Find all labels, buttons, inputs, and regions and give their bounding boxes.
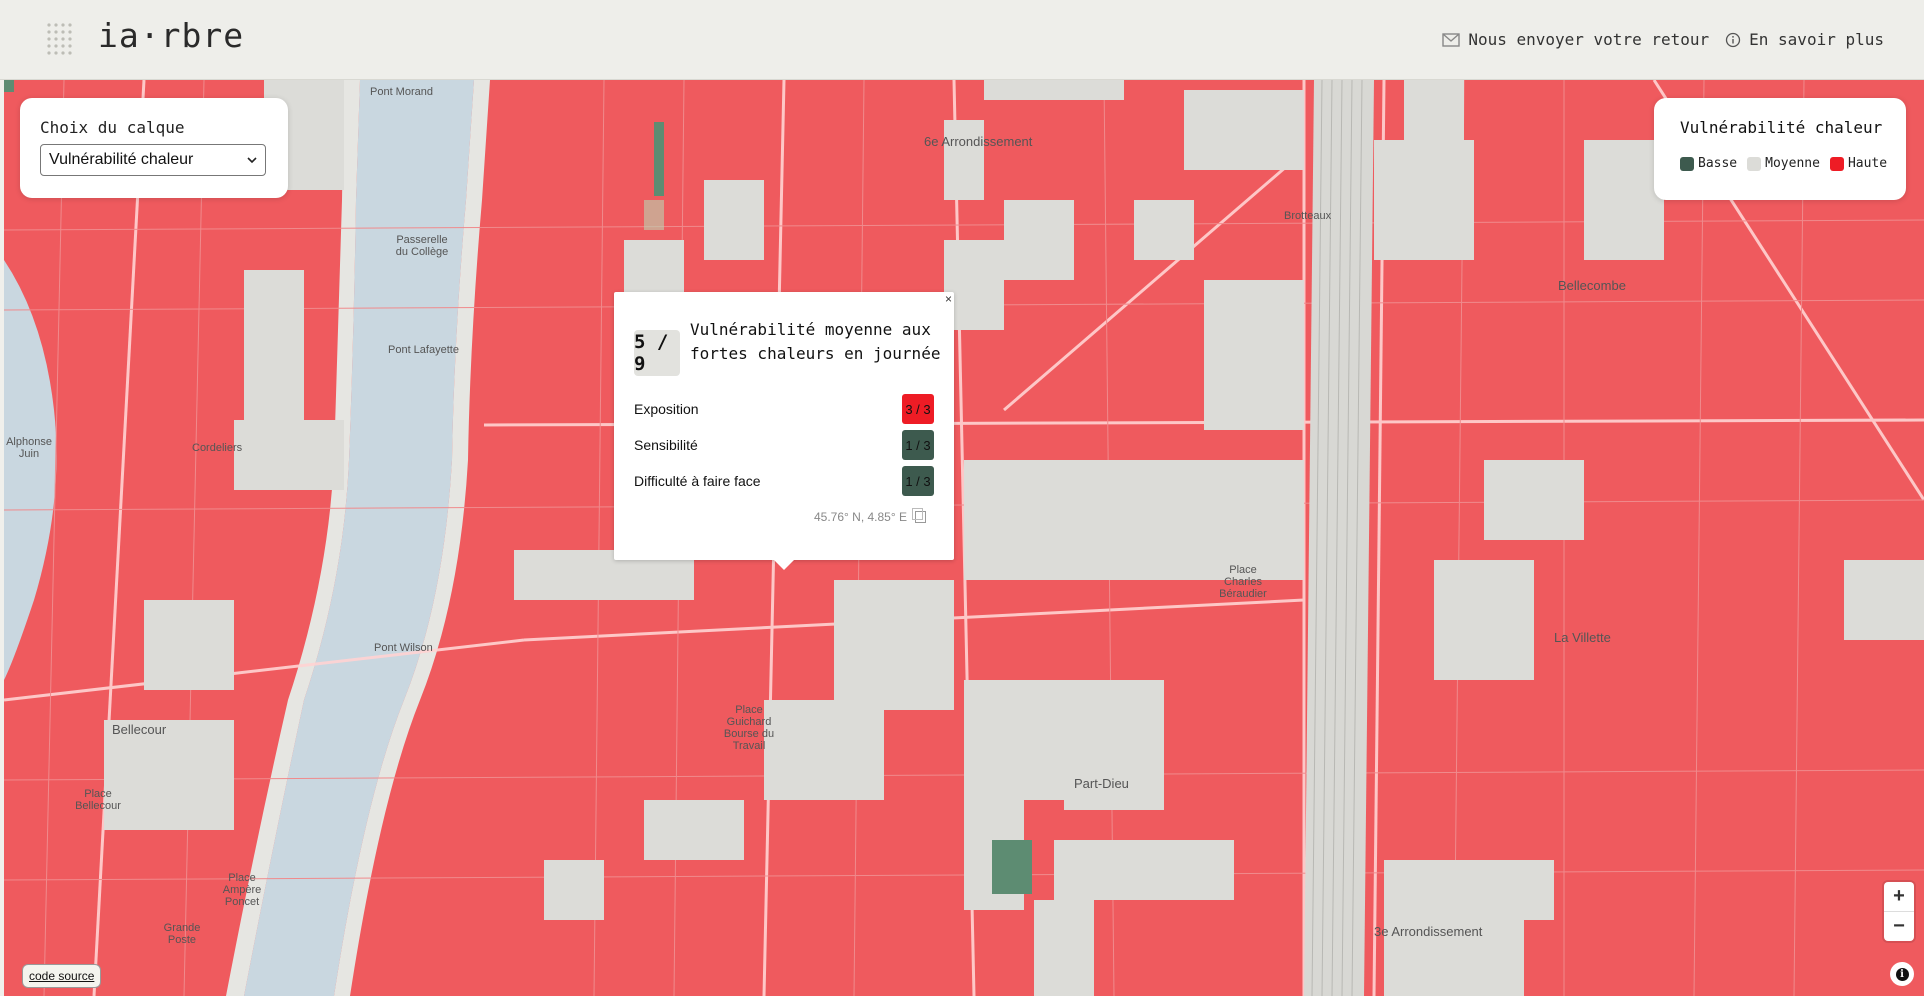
header-nav: Nous envoyer votre retour En savoir plus [1442,30,1884,49]
legend-panel: Vulnérabilité chaleur Basse Moyenne Haut… [1654,98,1906,200]
info-popup: × 5 / 9 Vulnérabilité moyenne aux fortes… [614,292,954,570]
layer-select[interactable]: Vulnérabilité chaleur [40,144,266,176]
legend-item-basse: Basse [1680,156,1737,171]
legend-item-haute: Haute [1829,156,1888,171]
popup-title: Vulnérabilité moyenne aux fortes chaleur… [690,320,941,363]
popup-row-value: 1 / 3 [902,466,934,496]
copy-icon[interactable] [912,508,926,523]
popup-row-label: Exposition [634,401,699,417]
info-icon: i [1895,967,1909,981]
popup-close-button[interactable]: × [945,292,952,306]
legend-label-moyenne: Moyenne [1765,156,1820,171]
legend-item-moyenne: Moyenne [1747,156,1820,171]
popup-coordinates: 45.76° N, 4.85° E [814,508,926,524]
legend-swatch-moyenne [1747,156,1762,171]
popup-row-difficulte: Difficulté à faire face 1 / 3 [634,466,934,496]
zoom-out-button[interactable]: − [1884,911,1914,941]
chevron-down-icon [247,156,257,163]
legend-swatch-basse [1680,156,1694,171]
attribution-button[interactable]: i [1890,962,1914,986]
legend-items: Basse Moyenne Haute [1680,156,1887,171]
popup-row-value: 3 / 3 [902,394,934,424]
layer-panel-title: Choix du calque [40,118,185,137]
popup-row-label: Sensibilité [634,437,698,453]
feedback-link[interactable]: Nous envoyer votre retour [1442,30,1709,49]
zoom-control: + − [1884,882,1914,941]
feedback-link-label: Nous envoyer votre retour [1468,30,1710,49]
popup-row-sensibilite: Sensibilité 1 / 3 [634,430,934,460]
popup-row-exposition: Exposition 3 / 3 [634,394,934,424]
app-logo-text[interactable]: ia·rbre [98,16,244,55]
score-badge: 5 / 9 [634,330,680,376]
legend-swatch-haute [1829,156,1844,171]
about-link[interactable]: En savoir plus [1725,30,1884,49]
coordinates-text: 45.76° N, 4.85° E [814,510,907,524]
legend-label-basse: Basse [1698,156,1738,171]
about-link-label: En savoir plus [1749,30,1884,49]
info-circle-icon [1725,32,1741,47]
layer-select-value: Vulnérabilité chaleur [49,151,194,168]
popup-row-label: Difficulté à faire face [634,473,761,489]
legend-label-haute: Haute [1847,156,1888,171]
legend-title: Vulnérabilité chaleur [1680,118,1883,137]
layer-panel: Choix du calque Vulnérabilité chaleur [20,98,288,198]
map-canvas[interactable]: Pont Morand Passerelle du Collège Pont L… [4,80,1924,996]
zoom-in-button[interactable]: + [1884,882,1914,911]
map-tiles[interactable] [4,80,1924,996]
popup-row-value: 1 / 3 [902,430,934,460]
source-code-link[interactable]: code source [22,964,102,988]
envelope-icon [1442,32,1461,47]
app-header: ia·rbre Nous envoyer votre retour En sav… [0,0,1924,80]
logo-icon[interactable] [44,20,78,60]
